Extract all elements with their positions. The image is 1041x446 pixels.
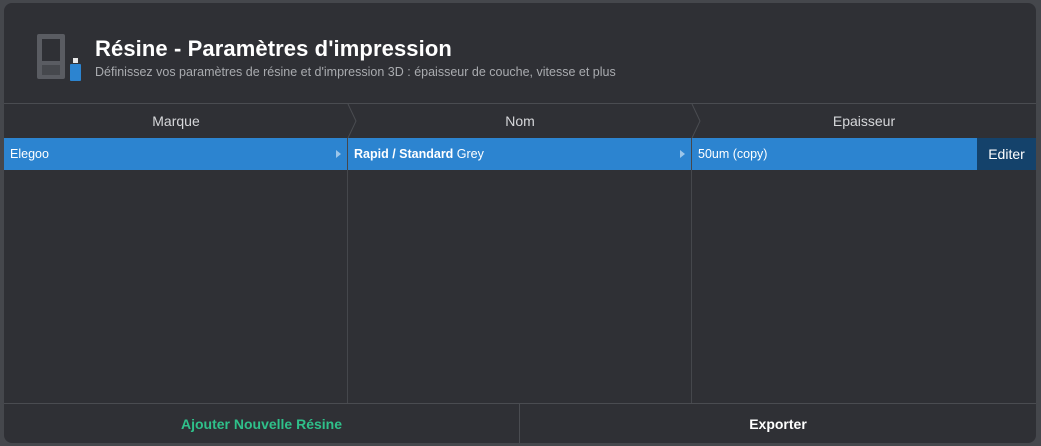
edit-button[interactable]: Editer [977,138,1036,170]
thickness-item-selected[interactable]: 50um (copy) Editer [692,138,1036,170]
column-headers: Marque Nom Epaisseur [4,103,1036,138]
column-header-name: Nom [505,113,535,129]
add-resin-button[interactable]: Ajouter Nouvelle Résine [4,404,520,443]
chevron-right-icon [336,150,341,158]
dialog-footer: Ajouter Nouvelle Résine Exporter [4,403,1036,443]
brand-item-selected[interactable]: Elegoo [4,138,347,170]
dialog-subtitle: Définissez vos paramètres de résine et d… [95,65,616,79]
name-list: Rapid / Standard Grey [348,138,692,403]
brand-list: Elegoo [4,138,348,403]
name-item-selected[interactable]: Rapid / Standard Grey [348,138,691,170]
column-header-thickness: Epaisseur [832,113,896,129]
name-item-label-rest: Grey [453,147,484,161]
resin-settings-dialog: Résine - Paramètres d'impression Définis… [4,3,1036,443]
column-header-brand: Marque [152,113,200,129]
thickness-list: 50um (copy) Editer [692,138,1036,403]
chevron-right-icon [680,150,685,158]
name-item-label-bold: Rapid / Standard [354,147,454,161]
dialog-title: Résine - Paramètres d'impression [95,36,452,61]
brand-item-label: Elegoo [10,147,49,161]
dialog-header: Résine - Paramètres d'impression Définis… [4,3,1036,103]
export-button[interactable]: Exporter [520,404,1036,443]
resin-printer-icon [37,34,81,81]
thickness-item-label: 50um (copy) [698,147,768,161]
